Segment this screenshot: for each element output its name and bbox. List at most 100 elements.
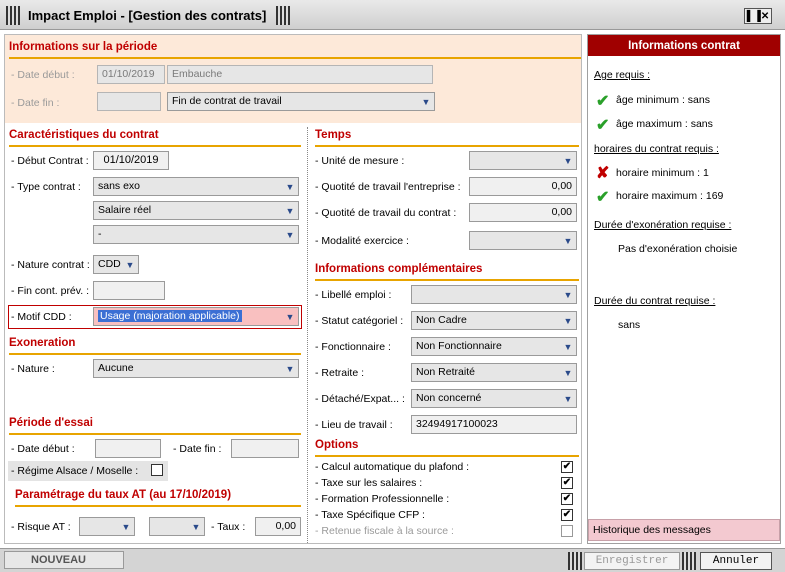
- chevron-down-icon: ▼: [563, 341, 573, 352]
- temps-title: Temps: [315, 129, 352, 141]
- exoneration-title: Exoneration: [9, 337, 76, 349]
- taux-at-title: Paramétrage du taux AT (au 17/10/2019): [15, 489, 232, 501]
- check-icon: ✔: [596, 189, 610, 206]
- risque-select-2[interactable]: ▼: [149, 517, 205, 536]
- chevron-down-icon: ▼: [125, 259, 135, 270]
- cancel-button[interactable]: Annuler: [700, 552, 772, 570]
- risque-select[interactable]: ▼: [79, 517, 135, 536]
- period-section: Informations sur la période - Date début…: [5, 35, 581, 123]
- regime-checkbox[interactable]: [151, 464, 163, 476]
- nature-contrat-select[interactable]: CDD ▼: [93, 255, 139, 274]
- divider: [315, 455, 579, 457]
- motif-cdd-label: - Motif CDD :: [11, 311, 72, 323]
- fonctionnaire-value: Non Fonctionnaire: [416, 340, 502, 352]
- chevron-down-icon: ▼: [563, 393, 573, 404]
- salaire-select[interactable]: Salaire réel ▼: [93, 201, 299, 220]
- fonctionnaire-select[interactable]: Non Fonctionnaire ▼: [411, 337, 577, 356]
- essai-debut-field[interactable]: [95, 439, 161, 458]
- exo-title: Durée d'exonération requise :: [594, 219, 732, 231]
- chevron-down-icon: ▼: [563, 235, 573, 246]
- divider: [315, 279, 579, 281]
- save-button[interactable]: Enregistrer: [584, 552, 680, 570]
- lieu-field[interactable]: 32494917100023: [411, 415, 577, 434]
- fin-prev-field[interactable]: [93, 281, 165, 300]
- divider: [9, 353, 301, 355]
- chevron-down-icon: ▼: [285, 205, 295, 216]
- lieu-label: - Lieu de travail :: [315, 419, 393, 431]
- retraite-select[interactable]: Non Retraité ▼: [411, 363, 577, 382]
- divider: [9, 145, 301, 147]
- fin-prev-label: - Fin cont. prév. :: [11, 285, 89, 297]
- quotite-ctr-label: - Quotité de travail du contrat :: [315, 207, 457, 219]
- modalite-label: - Modalité exercice :: [315, 235, 409, 247]
- detache-select[interactable]: Non concerné ▼: [411, 389, 577, 408]
- title-bar: Impact Emploi - [Gestion des contrats] ▌…: [0, 0, 785, 30]
- motif-cdd-value: Usage (majoration applicable): [98, 310, 242, 322]
- taux-field[interactable]: 0,00: [255, 517, 301, 536]
- risque-label: - Risque AT :: [11, 521, 71, 533]
- option-checkbox[interactable]: [561, 525, 573, 537]
- check-icon: ✔: [596, 93, 610, 110]
- type-extra-value: -: [98, 228, 102, 240]
- info-contrat-title: Informations contrat: [588, 35, 780, 56]
- detache-label: - Détaché/Expat... :: [315, 393, 405, 405]
- grip-icon: [6, 6, 20, 25]
- quotite-ent-label: - Quotité de travail l'entreprise :: [315, 181, 461, 193]
- essai-title: Période d'essai: [9, 417, 93, 429]
- libelle-select[interactable]: ▼: [411, 285, 577, 304]
- taux-label: - Taux :: [211, 521, 246, 533]
- exo-nature-label: - Nature :: [11, 363, 55, 375]
- date-debut-field[interactable]: 01/10/2019: [97, 65, 165, 84]
- divider: [9, 433, 301, 435]
- quotite-ent-field[interactable]: 0,00: [469, 177, 577, 196]
- historique-button[interactable]: Historique des messages: [588, 519, 780, 541]
- option-label: - Taxe sur les salaires :: [315, 477, 423, 489]
- nature-contrat-label: - Nature contrat :: [11, 259, 90, 271]
- option-checkbox[interactable]: ✔: [561, 493, 573, 505]
- chevron-down-icon: ▼: [563, 289, 573, 300]
- debut-contrat-field[interactable]: 01/10/2019: [93, 151, 169, 170]
- quotite-ctr-field[interactable]: 0,00: [469, 203, 577, 222]
- type-contrat-label: - Type contrat :: [11, 181, 81, 193]
- status-text: NOUVEAU: [31, 554, 87, 566]
- option-checkbox[interactable]: ✔: [561, 461, 573, 473]
- libelle-label: - Libellé emploi :: [315, 289, 392, 301]
- option-label: - Taxe Spécifique CFP :: [315, 509, 425, 521]
- date-fin-field[interactable]: [97, 92, 161, 111]
- unite-select[interactable]: ▼: [469, 151, 577, 170]
- chevron-down-icon: ▼: [563, 367, 573, 378]
- statut-value: Non Cadre: [416, 314, 467, 326]
- statut-select[interactable]: Non Cadre ▼: [411, 311, 577, 330]
- cross-icon: ✘: [596, 165, 610, 182]
- age-max: âge maximum : sans: [616, 118, 713, 130]
- regime-label: - Régime Alsace / Moselle :: [11, 465, 139, 477]
- grip-icon: [682, 552, 696, 570]
- date-debut-label: - Date début :: [11, 69, 75, 81]
- motif-cdd-select[interactable]: Usage (majoration applicable) ▼: [93, 307, 299, 326]
- window-title: Impact Emploi - [Gestion des contrats]: [28, 8, 267, 23]
- option-checkbox[interactable]: ✔: [561, 477, 573, 489]
- duree-value: sans: [618, 319, 641, 331]
- caracteristiques-title: Caractéristiques du contrat: [9, 129, 159, 141]
- main-pane: Informations sur la période - Date début…: [4, 34, 582, 544]
- retraite-label: - Retraite :: [315, 367, 365, 379]
- option-checkbox[interactable]: ✔: [561, 509, 573, 521]
- chevron-down-icon: ▼: [285, 311, 295, 322]
- historique-label: Historique des messages: [593, 524, 711, 536]
- date-fin-reason-value: Fin de contrat de travail: [172, 95, 282, 107]
- statut-label: - Statut catégoriel :: [315, 315, 404, 327]
- essai-debut-label: - Date début :: [11, 443, 75, 455]
- date-fin-label: - Date fin :: [11, 97, 60, 109]
- chevron-down-icon: ▼: [563, 155, 573, 166]
- chevron-down-icon: ▼: [191, 521, 201, 532]
- chevron-down-icon: ▼: [285, 229, 295, 240]
- exo-nature-select[interactable]: Aucune ▼: [93, 359, 299, 378]
- type-contrat-select[interactable]: sans exo ▼: [93, 177, 299, 196]
- modalite-select[interactable]: ▼: [469, 231, 577, 250]
- date-debut-reason[interactable]: Embauche: [167, 65, 433, 84]
- date-fin-reason-select[interactable]: Fin de contrat de travail ▼: [167, 92, 435, 111]
- close-button[interactable]: ▌▐✕: [744, 8, 772, 24]
- bottom-bar: NOUVEAU Enregistrer Annuler: [0, 548, 785, 572]
- type-extra-select[interactable]: - ▼: [93, 225, 299, 244]
- essai-fin-field[interactable]: [231, 439, 299, 458]
